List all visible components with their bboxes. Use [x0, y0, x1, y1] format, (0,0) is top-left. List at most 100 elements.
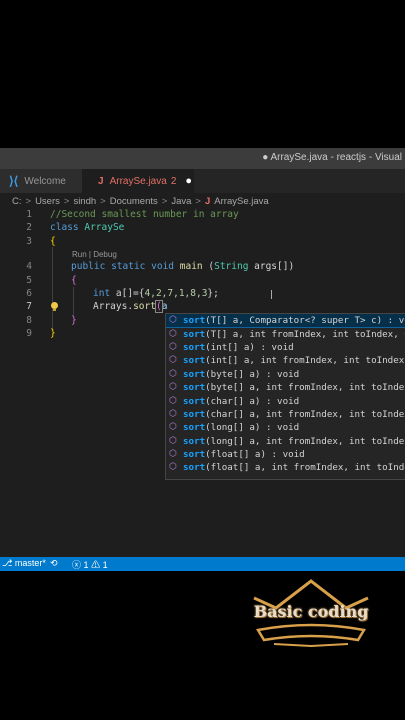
tab-welcome[interactable]: ⟩⟨ Welcome: [0, 169, 82, 193]
breadcrumb-item[interactable]: Java: [171, 196, 191, 207]
watermark-logo: Basic coding: [246, 578, 376, 648]
keyword: static: [111, 261, 146, 272]
type-name: String: [214, 261, 249, 272]
breadcrumb-item[interactable]: Documents: [110, 196, 158, 207]
chevron-right-icon: >: [100, 196, 106, 207]
indent-guide: [52, 247, 53, 329]
suggestion-item[interactable]: ⬡ sort (byte[] a) : void: [166, 368, 405, 381]
suggestion-signature: (T[] a, Comparator<? super T> c) : void: [205, 315, 405, 327]
method-icon: ⬡: [169, 382, 177, 393]
branch-name: master*: [14, 558, 46, 568]
suggestion-item[interactable]: ⬡ sort (T[] a, Comparator<? super T> c) : …: [166, 314, 405, 329]
problems-indicator[interactable]: ⓧ 1 ⚠ 1: [72, 558, 108, 571]
class-name: ArraySe: [84, 222, 125, 233]
suggestion-item[interactable]: ⬡ sort (char[] a) : void: [166, 394, 405, 407]
chevron-right-icon: >: [63, 196, 70, 207]
suggestion-item[interactable]: ⬡ sort (float[] a) : void: [166, 448, 405, 461]
suggestion-match: sort: [183, 408, 206, 420]
tab-arrayse-java[interactable]: J ArraySe.java 2 ●: [82, 169, 194, 193]
keyword: void: [151, 261, 175, 272]
editor[interactable]: C: > Users > sindh > Documents > Java > J ArraySe.j…: [0, 193, 405, 557]
suggestion-signature: (char[] a, int fromIndex, int toIndex) :…: [205, 408, 405, 420]
line-number: 9: [26, 328, 32, 339]
chevron-right-icon: >: [25, 196, 32, 207]
suggestion-signature: (T[] a, int fromIndex, int toIndex, Comp…: [205, 328, 405, 340]
code-comment: //Second smallest number in array: [50, 209, 239, 220]
suggestion-item[interactable]: ⬡ sort (T[] a, int fromIndex, int toIndex,…: [166, 327, 405, 340]
breadcrumb-item[interactable]: sindh: [73, 196, 96, 207]
line-number-active: 7: [26, 301, 32, 312]
brace: {: [50, 236, 56, 247]
suggestion-match: sort: [183, 355, 206, 367]
warning-count: 1: [102, 560, 108, 570]
unsaved-dot-icon[interactable]: ●: [185, 175, 192, 187]
suggestion-item[interactable]: ⬡ sort (int[] a, int fromIndex, int toInde…: [166, 354, 405, 367]
line-number: 4: [26, 261, 32, 272]
method-icon: ⬡: [169, 422, 177, 433]
suggestion-signature: (char[] a) : void: [205, 395, 300, 407]
suggestion-item[interactable]: ⬡ sort (byte[] a, int fromIndex, int toInd…: [166, 381, 405, 394]
code-line-sort: Arrays.sort(a: [93, 300, 168, 313]
tab-bar: ⟩⟨ Welcome J ArraySe.java 2 ●: [0, 169, 405, 193]
sync-icon[interactable]: ⟲: [50, 558, 58, 569]
suggestion-match: sort: [183, 422, 206, 434]
array-decl: a[]={: [110, 288, 145, 299]
code-line-main: public static void main (String args[]): [71, 261, 294, 272]
tab-welcome-label: Welcome: [24, 175, 66, 187]
params: args[]): [248, 261, 295, 272]
suggestion-match: sort: [183, 315, 206, 327]
vscode-icon: ⟩⟨: [9, 174, 19, 188]
warning-icon: ⚠: [91, 560, 101, 570]
line-number: 3: [26, 236, 32, 247]
error-icon: ⓧ: [72, 560, 82, 570]
tab-arrayse-label: ArraySe.java: [109, 175, 167, 187]
title-bar: ● ArraySe.java - reactjs - Visual: [0, 148, 405, 169]
method-icon: ⬡: [169, 408, 177, 419]
method-icon: ⬡: [169, 328, 177, 339]
method-name: main: [179, 261, 203, 272]
suggestion-signature: (byte[] a) : void: [205, 368, 300, 380]
breadcrumb: C: > Users > sindh > Documents > Java > J ArraySe.j…: [12, 196, 269, 207]
suggestion-signature: (float[] a, int fromIndex, int toIndex) …: [205, 462, 405, 474]
suggestion-match: sort: [183, 368, 206, 380]
branch-icon: ⎇: [2, 558, 13, 568]
error-count: 1: [83, 560, 89, 570]
array-values: 4,2,7,1,8,3: [144, 288, 208, 299]
suggestion-widget[interactable]: ⬡ sort (T[] a, Comparator<? super T> c) : …: [165, 313, 405, 480]
lightbulb-icon[interactable]: [51, 302, 58, 311]
watermark-text: Basic coding: [253, 602, 369, 621]
codelens-run-debug[interactable]: Run | Debug: [72, 250, 117, 259]
problem-count-badge: 2: [170, 175, 177, 187]
suggestion-signature: (int[] a) : void: [205, 341, 294, 353]
code-line-array: int a[]={4,2,7,1,8,3};: [93, 288, 219, 299]
breadcrumb-file[interactable]: ArraySe.java: [214, 196, 268, 207]
breadcrumb-item[interactable]: C:: [12, 196, 22, 207]
brace: }: [50, 328, 56, 339]
chevron-right-icon: >: [161, 196, 168, 207]
method-icon: ⬡: [169, 368, 177, 379]
git-branch[interactable]: ⎇ master*: [2, 558, 46, 569]
keyword: int: [93, 288, 111, 299]
suggestion-item[interactable]: ⬡ sort (char[] a, int fromIndex, int toInd…: [166, 408, 405, 421]
suggestion-item[interactable]: ⬡ sort (long[] a, int fromIndex, int toInd…: [166, 435, 405, 448]
paren: (: [202, 261, 215, 272]
suggestion-match: sort: [183, 435, 206, 447]
suggestion-signature: (int[] a, int fromIndex, int toIndex) : …: [205, 355, 405, 367]
suggestion-item[interactable]: ⬡ sort (long[] a) : void: [166, 421, 405, 434]
brace: }: [71, 315, 77, 326]
suggestion-item[interactable]: ⬡ sort (float[] a, int fromIndex, int toIn…: [166, 461, 405, 474]
method-name: sort: [133, 301, 156, 312]
keyword: class: [50, 222, 79, 233]
method-icon: ⬡: [169, 462, 177, 473]
breadcrumb-item[interactable]: Users: [35, 196, 60, 207]
brace: {: [71, 275, 77, 286]
line-number: 6: [26, 288, 32, 299]
method-icon: ⬡: [169, 315, 177, 326]
suggestion-item[interactable]: ⬡ sort (int[] a) : void: [166, 341, 405, 354]
suggestion-signature: (byte[] a, int fromIndex, int toIndex) :…: [205, 382, 405, 394]
suggestion-match: sort: [183, 382, 206, 394]
window-title: ● ArraySe.java - reactjs - Visual: [262, 152, 402, 163]
array-end: };: [207, 288, 219, 299]
suggestion-signature: (float[] a) : void: [205, 449, 305, 461]
argument: a: [161, 301, 168, 312]
